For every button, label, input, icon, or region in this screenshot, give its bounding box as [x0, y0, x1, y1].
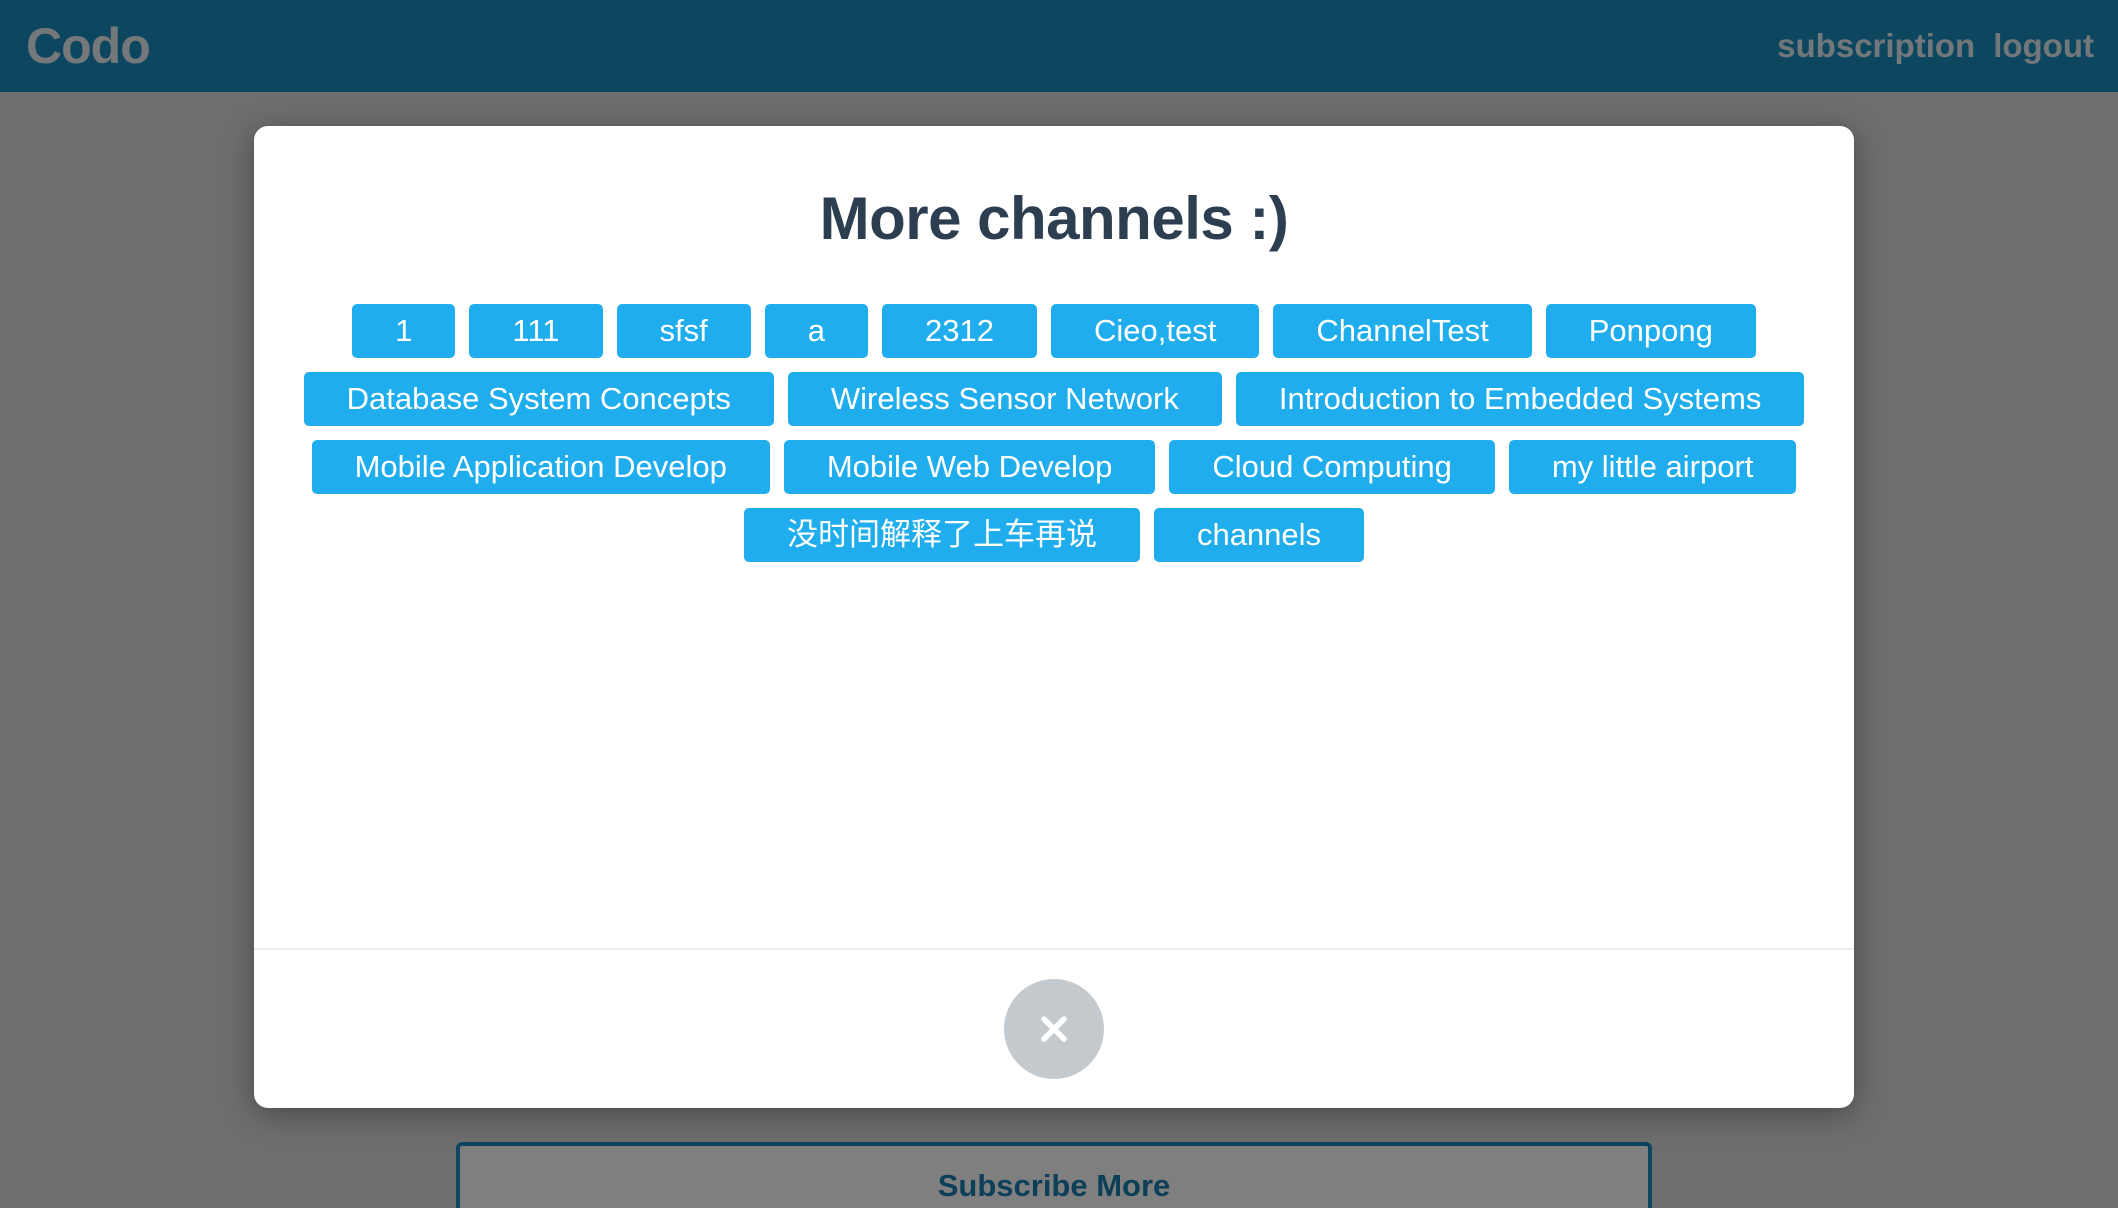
channel-chip[interactable]: ChannelTest — [1273, 304, 1532, 358]
channel-chip[interactable]: Introduction to Embedded Systems — [1235, 372, 1805, 426]
channel-chip[interactable]: 1 — [352, 304, 456, 358]
channel-chip[interactable]: Cloud Computing — [1169, 440, 1495, 494]
more-channels-modal: More channels :) 1 111 sfsf a 2312 Cieo,… — [254, 126, 1854, 1108]
channel-chip[interactable]: 111 — [469, 304, 603, 358]
channel-chip[interactable]: channels — [1153, 508, 1365, 562]
channel-chip[interactable]: Cieo,test — [1051, 304, 1260, 358]
channel-chip[interactable]: Ponpong — [1545, 304, 1756, 358]
modal-footer-divider — [254, 948, 1854, 950]
channel-chip[interactable]: 2312 — [882, 304, 1037, 358]
channel-chip[interactable]: Wireless Sensor Network — [787, 372, 1222, 426]
channel-chip[interactable]: Database System Concepts — [303, 372, 774, 426]
channel-list: 1 111 sfsf a 2312 Cieo,test ChannelTest … — [274, 304, 1834, 562]
channel-chip[interactable]: 没时间解释了上车再说 — [743, 508, 1140, 562]
close-icon — [1041, 1016, 1067, 1042]
channel-chip[interactable]: sfsf — [616, 304, 751, 358]
close-modal-button[interactable] — [1004, 979, 1104, 1079]
channel-chip[interactable]: Mobile Web Develop — [783, 440, 1156, 494]
channel-chip[interactable]: a — [764, 304, 869, 358]
channel-chip[interactable]: Mobile Application Develop — [311, 440, 770, 494]
modal-title: More channels :) — [819, 185, 1289, 252]
channel-chip[interactable]: my little airport — [1508, 440, 1797, 494]
